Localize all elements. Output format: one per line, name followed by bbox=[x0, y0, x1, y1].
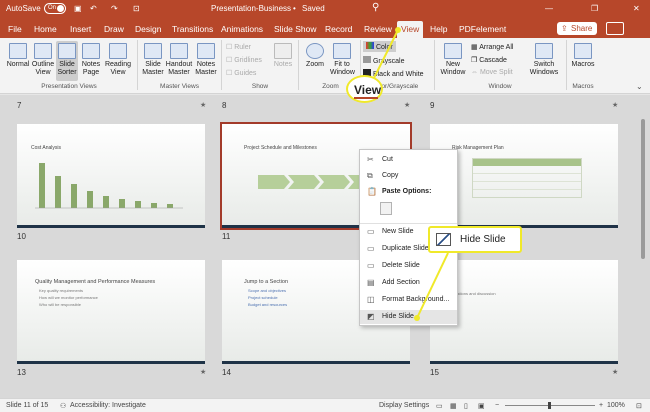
hide-slide-icon bbox=[436, 233, 451, 246]
zoom-out-icon[interactable]: − bbox=[495, 402, 499, 409]
zoom-level[interactable]: 100% bbox=[607, 402, 625, 409]
fit-slide-icon[interactable]: ⊡ bbox=[636, 402, 642, 410]
normal-view-icon[interactable]: ▭ bbox=[436, 402, 443, 410]
hide-slide-callout: Hide Slide bbox=[428, 226, 522, 253]
view-callout: View bbox=[346, 75, 383, 103]
accessibility-status[interactable]: Accessibility: Investigate bbox=[70, 402, 146, 409]
display-settings-button[interactable]: Display Settings bbox=[379, 402, 429, 409]
zoom-in-icon[interactable]: + bbox=[599, 402, 603, 409]
slide-sorter-icon[interactable]: ▦ bbox=[450, 402, 457, 410]
zoom-slider-thumb[interactable] bbox=[548, 402, 551, 409]
accessibility-icon: ⚇ bbox=[60, 403, 67, 410]
reading-view-icon[interactable]: ▯ bbox=[464, 402, 468, 410]
slideshow-icon[interactable]: ▣ bbox=[478, 402, 485, 410]
status-bar: Slide 11 of 15 ⚇ Accessibility: Investig… bbox=[0, 398, 650, 412]
slide-counter: Slide 11 of 15 bbox=[6, 402, 49, 409]
callout-connectors bbox=[372, 27, 449, 321]
